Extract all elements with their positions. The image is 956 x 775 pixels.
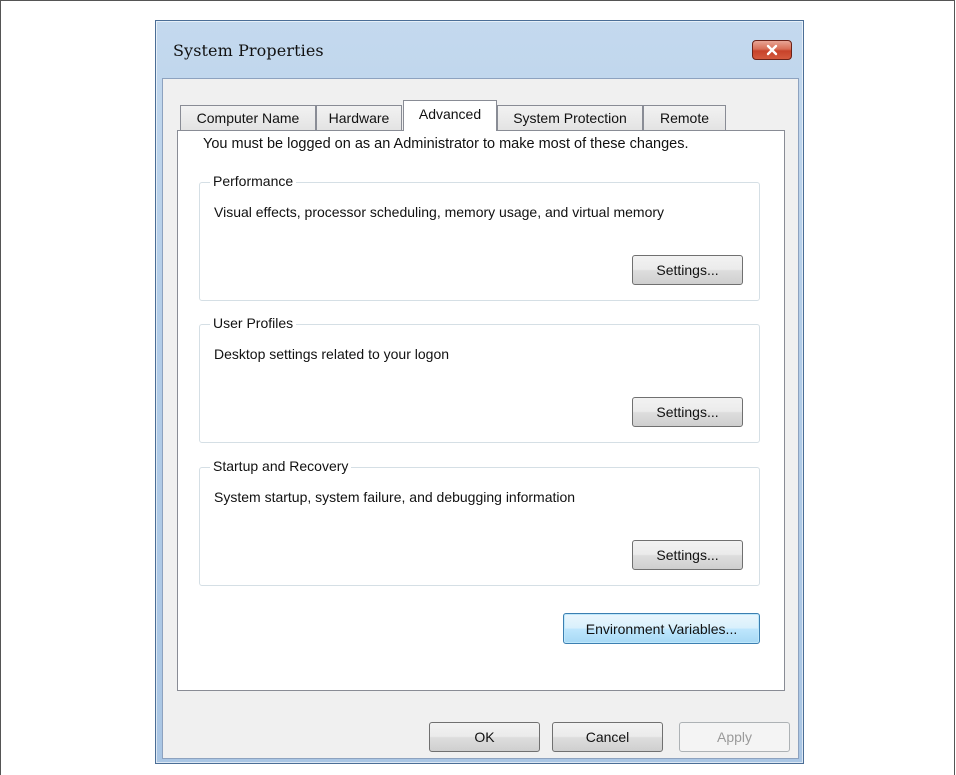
group-title: Performance	[210, 173, 297, 189]
tab-computer-name[interactable]: Computer Name	[180, 105, 316, 130]
tab-label: Computer Name	[196, 110, 300, 126]
performance-settings-button[interactable]: Settings...	[632, 255, 743, 285]
startup-recovery-settings-button[interactable]: Settings...	[632, 540, 743, 570]
close-x-icon	[766, 44, 778, 56]
group-description: Visual effects, processor scheduling, me…	[214, 204, 665, 220]
user-profiles-group: User Profiles Desktop settings related t…	[199, 315, 760, 443]
group-title: User Profiles	[210, 315, 297, 331]
group-description: Desktop settings related to your logon	[214, 346, 450, 362]
tab-label: System Protection	[513, 110, 627, 126]
group-title: Startup and Recovery	[210, 458, 352, 474]
tab-label: Hardware	[328, 110, 390, 126]
tab-label: Advanced	[418, 106, 482, 122]
cancel-button[interactable]: Cancel	[552, 722, 663, 752]
environment-variables-button[interactable]: Environment Variables...	[563, 613, 760, 644]
user-profiles-settings-button[interactable]: Settings...	[632, 397, 743, 427]
ok-button[interactable]: OK	[429, 722, 540, 752]
tab-advanced[interactable]: Advanced	[403, 100, 497, 131]
window-title: System Properties	[173, 41, 324, 60]
tab-system-protection[interactable]: System Protection	[497, 105, 643, 130]
group-description: System startup, system failure, and debu…	[214, 489, 576, 505]
apply-button[interactable]: Apply	[679, 722, 790, 752]
tab-remote[interactable]: Remote	[643, 105, 726, 130]
tab-hardware[interactable]: Hardware	[316, 105, 402, 130]
admin-note: You must be logged on as an Administrato…	[203, 136, 689, 152]
startup-recovery-group: Startup and Recovery System startup, sys…	[199, 458, 760, 586]
tab-label: Remote	[659, 110, 710, 126]
close-button[interactable]	[752, 40, 792, 60]
performance-group: Performance Visual effects, processor sc…	[199, 173, 760, 301]
